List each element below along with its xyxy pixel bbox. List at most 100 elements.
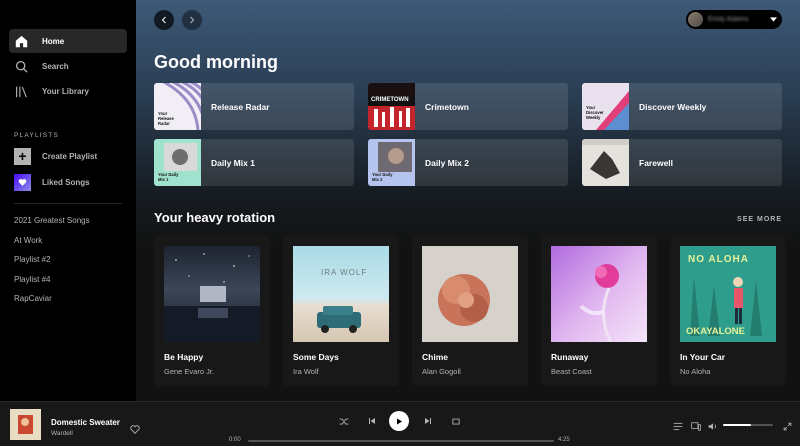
heart-icon [14, 174, 31, 191]
nav-library[interactable]: Your Library [9, 79, 127, 103]
cover-text: Your Release Radar [158, 111, 174, 126]
quick-pick-card[interactable]: Your Release Radar Release Radar [154, 83, 354, 130]
skip-forward-icon [425, 418, 431, 424]
quick-pick-label: Crimetown [425, 101, 469, 112]
queue-button[interactable] [672, 420, 684, 432]
album-artist[interactable]: Beast Coast [551, 367, 592, 376]
repeat-button[interactable] [450, 415, 462, 427]
shuffle-icon [339, 418, 349, 424]
plus-icon: + [14, 148, 31, 165]
quick-pick-card[interactable]: Your Daily Mix 1 Daily Mix 1 [154, 139, 354, 186]
album-card[interactable]: Runaway Beast Coast [541, 236, 657, 386]
repeat-icon [452, 418, 460, 424]
nav-search[interactable]: Search [9, 54, 127, 78]
playlist-item[interactable]: Playlist #2 [0, 254, 136, 274]
next-button[interactable] [422, 415, 434, 427]
volume-button[interactable] [707, 420, 719, 432]
playlist-item[interactable]: 2021 Greatest Songs [0, 215, 136, 235]
chevron-left-icon [161, 16, 166, 24]
heart-outline-icon [130, 425, 140, 434]
cover-text: NO ALOHA [688, 254, 749, 265]
create-playlist-button[interactable]: + Create Playlist [14, 148, 136, 165]
album-artist[interactable]: No Aloha [680, 367, 710, 376]
album-title: Chime [422, 352, 448, 362]
album-artist[interactable]: Gene Evaro Jr. [164, 367, 214, 376]
shuffle-button[interactable] [338, 415, 350, 427]
album-title: Some Days [293, 352, 339, 362]
now-playing-artist[interactable]: Wardell [51, 430, 73, 437]
back-button[interactable] [154, 10, 174, 30]
main-view: Emily Adams Good morning Your Release Ra… [136, 0, 800, 401]
liked-songs-button[interactable]: Liked Songs [14, 174, 136, 191]
forward-button[interactable] [182, 10, 202, 30]
cover-text: Your Daily Mix 1 [158, 172, 179, 182]
devices-icon [691, 421, 701, 431]
album-title: In Your Car [680, 352, 726, 362]
caret-down-icon [770, 17, 777, 22]
album-card[interactable]: Chime Alan Gogoll [412, 236, 528, 386]
album-artist[interactable]: Ira Wolf [293, 367, 319, 376]
play-icon [397, 418, 402, 424]
quick-pick-card[interactable]: Your Daily Mix 2 Daily Mix 2 [368, 139, 568, 186]
avatar [688, 12, 703, 27]
progress-bar[interactable] [248, 440, 554, 442]
home-icon [14, 34, 28, 48]
playlist-item[interactable]: Playlist #4 [0, 274, 136, 294]
user-menu-button[interactable]: Emily Adams [686, 10, 782, 29]
devices-button[interactable] [690, 420, 702, 432]
see-more-link[interactable]: SEE MORE [737, 216, 782, 223]
nav-home-label: Home [42, 36, 65, 46]
previous-button[interactable] [366, 415, 378, 427]
release-radar-cover: Your Release Radar [154, 83, 201, 130]
elapsed-time: 0:00 [229, 437, 241, 443]
volume-icon [708, 422, 716, 430]
quick-pick-label: Discover Weekly [639, 101, 707, 112]
quick-pick-card[interactable]: Farewell [582, 139, 782, 186]
page-title: Good morning [154, 52, 278, 72]
user-name: Emily Adams [708, 16, 749, 23]
search-icon [14, 59, 28, 73]
queue-icon [673, 422, 683, 430]
chevron-right-icon [190, 16, 195, 24]
runaway-cover [551, 246, 647, 342]
chime-cover [422, 246, 518, 342]
section-title: Your heavy rotation [154, 210, 276, 225]
cover-text: IRA WOLF [321, 268, 368, 277]
now-playing-cover [10, 409, 41, 440]
playlist-list: 2021 Greatest Songs At Work Playlist #2 … [0, 215, 136, 313]
sidebar-divider [14, 203, 122, 204]
like-button[interactable] [130, 421, 140, 439]
album-card[interactable]: Be Happy Gene Evaro Jr. [154, 236, 270, 386]
farewell-cover [582, 139, 629, 186]
quick-pick-card[interactable]: Your Discover Weekly Discover Weekly [582, 83, 782, 130]
now-playing-title[interactable]: Domestic Sweater [51, 418, 120, 427]
volume-slider[interactable] [723, 424, 773, 426]
fullscreen-button[interactable] [781, 420, 793, 432]
some-days-cover: IRA WOLF [293, 246, 389, 342]
quick-pick-label: Release Radar [211, 101, 270, 112]
liked-songs-label: Liked Songs [42, 178, 90, 187]
daily-mix-1-cover: Your Daily Mix 1 [154, 139, 201, 186]
playlist-item[interactable]: At Work [0, 235, 136, 255]
quick-pick-label: Daily Mix 2 [425, 157, 469, 168]
duration-time: 4:25 [558, 437, 570, 443]
playlist-item[interactable]: RapCaviar [0, 293, 136, 313]
in-your-car-cover: NO ALOHA OKAYALONE [680, 246, 776, 342]
be-happy-cover [164, 246, 260, 342]
nav-home[interactable]: Home [9, 29, 127, 53]
cover-text: Your Discover Weekly [586, 105, 604, 120]
album-artist[interactable]: Alan Gogoll [422, 367, 461, 376]
play-button[interactable] [389, 411, 409, 431]
daily-mix-2-cover: Your Daily Mix 2 [368, 139, 415, 186]
album-title: Be Happy [164, 352, 204, 362]
cover-subtext: OKAYALONE [686, 326, 745, 337]
album-card[interactable]: IRA WOLF Some Days Ira Wolf [283, 236, 399, 386]
volume-fill [723, 424, 751, 426]
quick-pick-card[interactable]: CRIMETOWN Crimetown [368, 83, 568, 130]
discover-weekly-cover: Your Discover Weekly [582, 83, 629, 130]
crimetown-cover: CRIMETOWN [368, 83, 415, 130]
album-card[interactable]: NO ALOHA OKAYALONE In Your Car No Aloha [670, 236, 786, 386]
playlists-heading: PLAYLISTS [14, 132, 60, 139]
library-icon [14, 84, 28, 98]
sidebar: Home Search Your Library PLAYLISTS + Cre… [0, 0, 136, 401]
